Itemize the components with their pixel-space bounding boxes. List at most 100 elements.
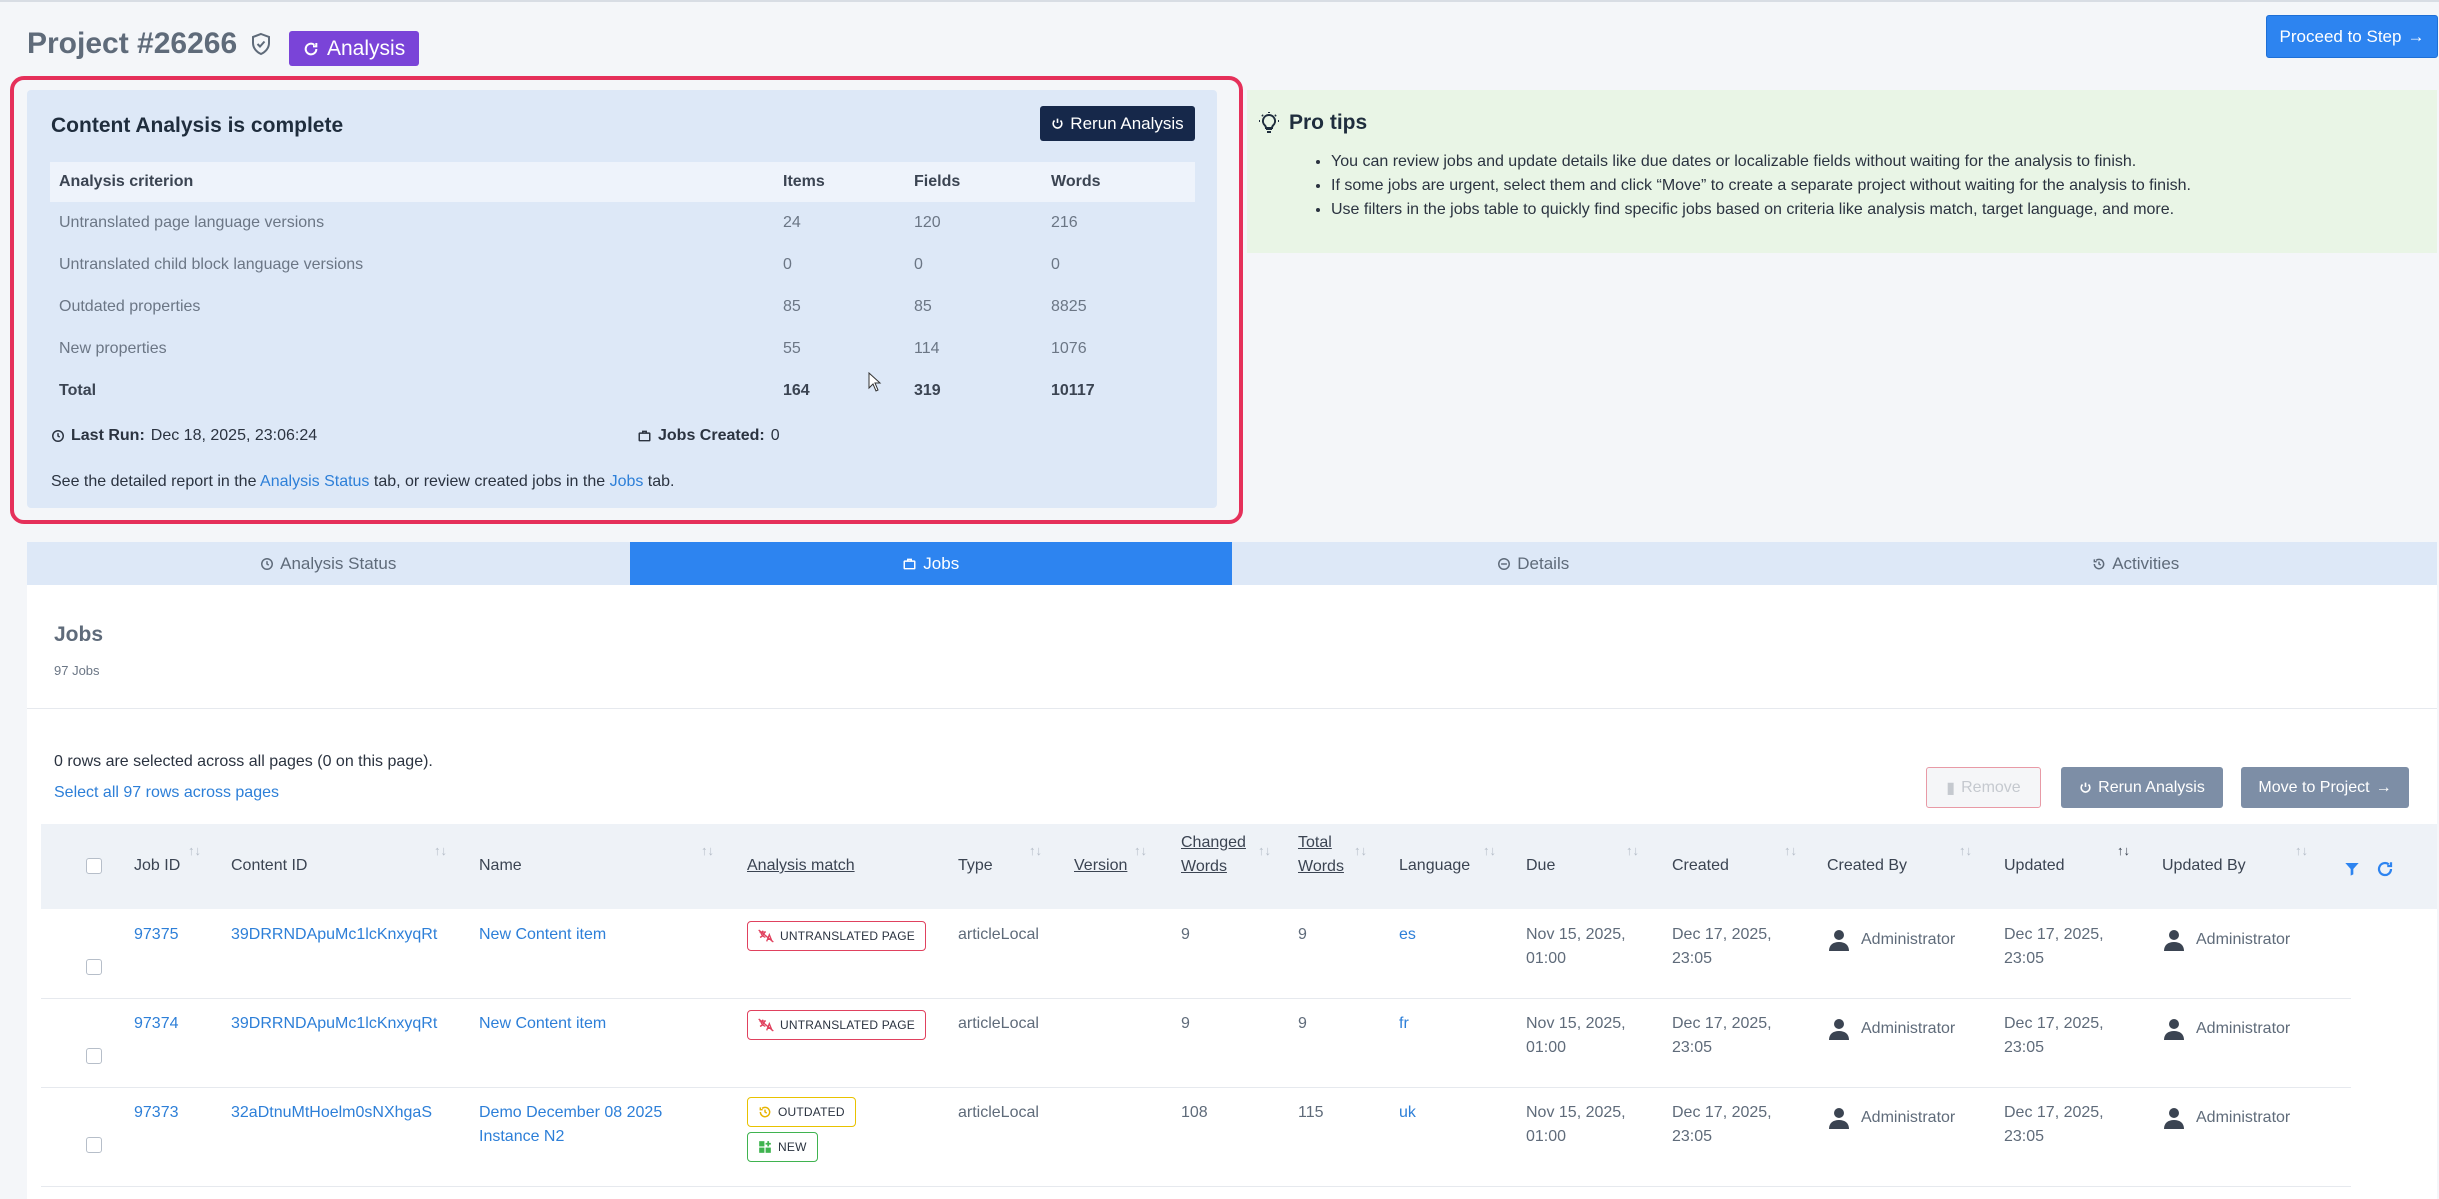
sort-icon[interactable]: ↑↓ (1134, 844, 1148, 864)
tab-jobs[interactable]: Jobs (629, 542, 1232, 585)
top-border (0, 0, 2439, 2)
select-all-checkbox[interactable] (86, 858, 102, 874)
content-id-link[interactable]: 39DRRNDApuMc1lcKnxyqRt (231, 1012, 437, 1036)
due-cell: Nov 15, 2025, 01:00 (1526, 1015, 1626, 1056)
created-cell: Dec 17, 2025, 23:05 (1672, 1104, 1772, 1145)
updated-cell: Dec 17, 2025, 23:05 (2004, 1015, 2104, 1056)
jobs-table-header: Job ID ↑↓ Content ID ↑↓ Name ↑↓ Analysis… (41, 824, 2437, 909)
user-icon (1829, 1108, 1849, 1129)
table-row[interactable]: 97374 39DRRNDApuMc1lcKnxyqRt New Content… (41, 998, 2351, 1088)
header-job-id[interactable]: Job ID (134, 854, 180, 878)
sort-icon[interactable]: ↑↓ (2295, 844, 2309, 864)
list-item: Use filters in the jobs table to quickly… (1331, 198, 2191, 222)
history-icon (2093, 558, 2105, 569)
sort-icon[interactable]: ↑↓ (701, 844, 715, 864)
analysis-match-cell: UNTRANSLATED PAGE (747, 1010, 926, 1040)
content-id-link[interactable]: 39DRRNDApuMc1lcKnxyqRt (231, 923, 437, 947)
refresh-icon (304, 42, 318, 55)
list-item: If some jobs are urgent, select them and… (1331, 174, 2191, 198)
language-link[interactable]: fr (1399, 1012, 1409, 1036)
row-checkbox[interactable] (86, 1048, 102, 1064)
sort-icon[interactable]: ↑↓ (1784, 844, 1798, 864)
history-icon (759, 1106, 771, 1118)
status-badge: Analysis (289, 31, 420, 66)
updated-by-cell: Administrator (2162, 1106, 2290, 1130)
created-by-cell: Administrator (1827, 1017, 1955, 1041)
header-version[interactable]: Version (1074, 854, 1127, 878)
sort-icon[interactable]: ↑↓ (1483, 844, 1497, 864)
untranslated-page-tag: UNTRANSLATED PAGE (747, 921, 926, 951)
job-id-link[interactable]: 97375 (134, 923, 179, 947)
pro-tips-panel: Pro tips You can review jobs and update … (1247, 90, 2437, 253)
tab-bar: Analysis Status Jobs Details Activities (27, 542, 2437, 585)
analysis-match-cell: UNTRANSLATED PAGE (747, 921, 926, 951)
move-to-project-button[interactable]: Move to Project → (2241, 767, 2409, 808)
content-id-link[interactable]: 32aDtnuMtHoelm0sNXhgaS (231, 1101, 432, 1125)
updated-cell: Dec 17, 2025, 23:05 (2004, 1104, 2104, 1145)
select-all-link[interactable]: Select all 97 rows across pages (54, 784, 279, 802)
total-words-cell: 115 (1298, 1104, 1324, 1121)
row-checkbox[interactable] (86, 959, 102, 975)
outdated-tag: OUTDATED (747, 1097, 856, 1127)
created-cell: Dec 17, 2025, 23:05 (1672, 1015, 1772, 1056)
sort-icon[interactable]: ↑↓ (1626, 844, 1640, 864)
header-language[interactable]: Language (1399, 854, 1470, 878)
arrow-right-icon: → (2407, 26, 2425, 46)
job-id-link[interactable]: 97374 (134, 1012, 179, 1036)
table-row[interactable]: 97373 32aDtnuMtHoelm0sNXhgaS Demo Decemb… (41, 1087, 2351, 1187)
trash-icon: ▮ (1946, 779, 1956, 797)
header-name[interactable]: Name (479, 854, 522, 878)
minus-circle-icon (1498, 557, 1511, 570)
sort-icon[interactable]: ↑↓ (1258, 844, 1272, 864)
rerun-analysis-button-secondary[interactable]: Rerun Analysis (2061, 767, 2223, 808)
language-link[interactable]: uk (1399, 1101, 1416, 1125)
name-link[interactable]: New Content item (479, 923, 606, 947)
header-updated-by[interactable]: Updated By (2162, 854, 2246, 878)
header-due[interactable]: Due (1526, 854, 1555, 878)
due-cell: Nov 15, 2025, 01:00 (1526, 926, 1626, 967)
header-changed-words[interactable]: Changed Words (1181, 831, 1246, 879)
header-created[interactable]: Created (1672, 854, 1729, 878)
type-cell: articleLocal (958, 1104, 1039, 1121)
job-id-link[interactable]: 97373 (134, 1101, 179, 1125)
highlight-frame (10, 76, 1243, 524)
sort-icon[interactable]: ↑↓ (1029, 844, 1043, 864)
language-link[interactable]: es (1399, 923, 1416, 947)
tab-analysis-status[interactable]: Analysis Status (27, 542, 630, 585)
name-link[interactable]: Demo December 08 2025 Instance N2 (479, 1101, 662, 1149)
header-created-by[interactable]: Created By (1827, 854, 1907, 878)
changed-words-cell: 9 (1181, 1015, 1190, 1032)
table-row[interactable]: 97375 39DRRNDApuMc1lcKnxyqRt New Content… (41, 909, 2351, 999)
header-content-id[interactable]: Content ID (231, 854, 307, 878)
name-link[interactable]: New Content item (479, 1012, 606, 1036)
sort-icon[interactable]: ↑↓ (434, 844, 448, 864)
sort-desc-icon[interactable]: ↑↓ (2117, 844, 2131, 864)
header-type[interactable]: Type (958, 854, 993, 878)
refresh-icon[interactable] (2376, 860, 2394, 878)
sort-icon[interactable]: ↑↓ (1959, 844, 1973, 864)
type-cell: articleLocal (958, 1015, 1039, 1032)
untranslated-page-tag: UNTRANSLATED PAGE (747, 1010, 926, 1040)
sort-icon[interactable]: ↑↓ (188, 844, 202, 864)
proceed-to-step-button[interactable]: Proceed to Step → (2266, 15, 2438, 58)
lightbulb-icon (1259, 112, 1279, 133)
header-updated[interactable]: Updated (2004, 854, 2065, 878)
header-total-words[interactable]: Total Words (1298, 831, 1344, 879)
header-analysis-match[interactable]: Analysis match (747, 854, 855, 878)
power-icon (2080, 782, 2091, 793)
type-cell: articleLocal (958, 926, 1039, 943)
created-by-cell: Administrator (1827, 928, 1955, 952)
user-icon (2164, 1108, 2184, 1129)
jobs-panel: Jobs 97 Jobs 0 rows are selected across … (27, 585, 2437, 1199)
tab-activities[interactable]: Activities (1835, 542, 2438, 585)
tab-details[interactable]: Details (1232, 542, 1835, 585)
total-words-cell: 9 (1298, 926, 1307, 943)
row-checkbox[interactable] (86, 1137, 102, 1153)
remove-button[interactable]: ▮ Remove (1926, 767, 2041, 808)
divider (27, 708, 2437, 709)
sort-icon[interactable]: ↑↓ (1354, 844, 1368, 864)
briefcase-icon (903, 558, 916, 569)
arrow-right-icon: → (2375, 778, 2392, 796)
filter-icon[interactable] (2344, 861, 2360, 877)
clock-icon (261, 557, 274, 570)
